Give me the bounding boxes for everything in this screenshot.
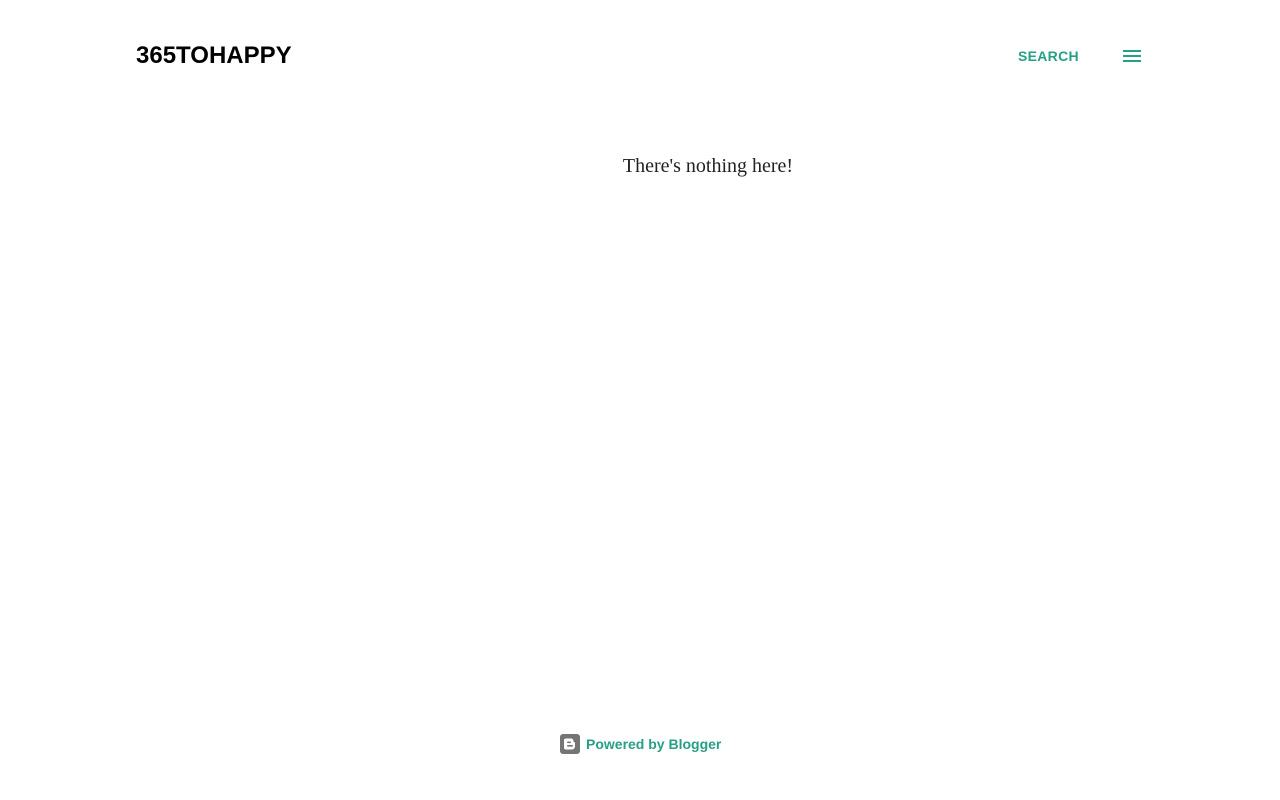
site-header: 365TOHAPPY SEARCH <box>0 0 1280 112</box>
menu-button[interactable] <box>1116 40 1148 72</box>
hamburger-menu-icon <box>1123 50 1141 62</box>
empty-message: There's nothing here! <box>622 155 794 177</box>
powered-by-label: Powered by Blogger <box>586 736 722 752</box>
search-button[interactable]: SEARCH <box>1011 44 1086 68</box>
blogger-logo-icon <box>560 734 580 754</box>
powered-by-blogger-link[interactable]: Powered by Blogger <box>560 732 721 756</box>
site-title-link[interactable]: 365TOHAPPY <box>136 40 292 72</box>
site-footer: Powered by Blogger <box>0 732 1280 756</box>
